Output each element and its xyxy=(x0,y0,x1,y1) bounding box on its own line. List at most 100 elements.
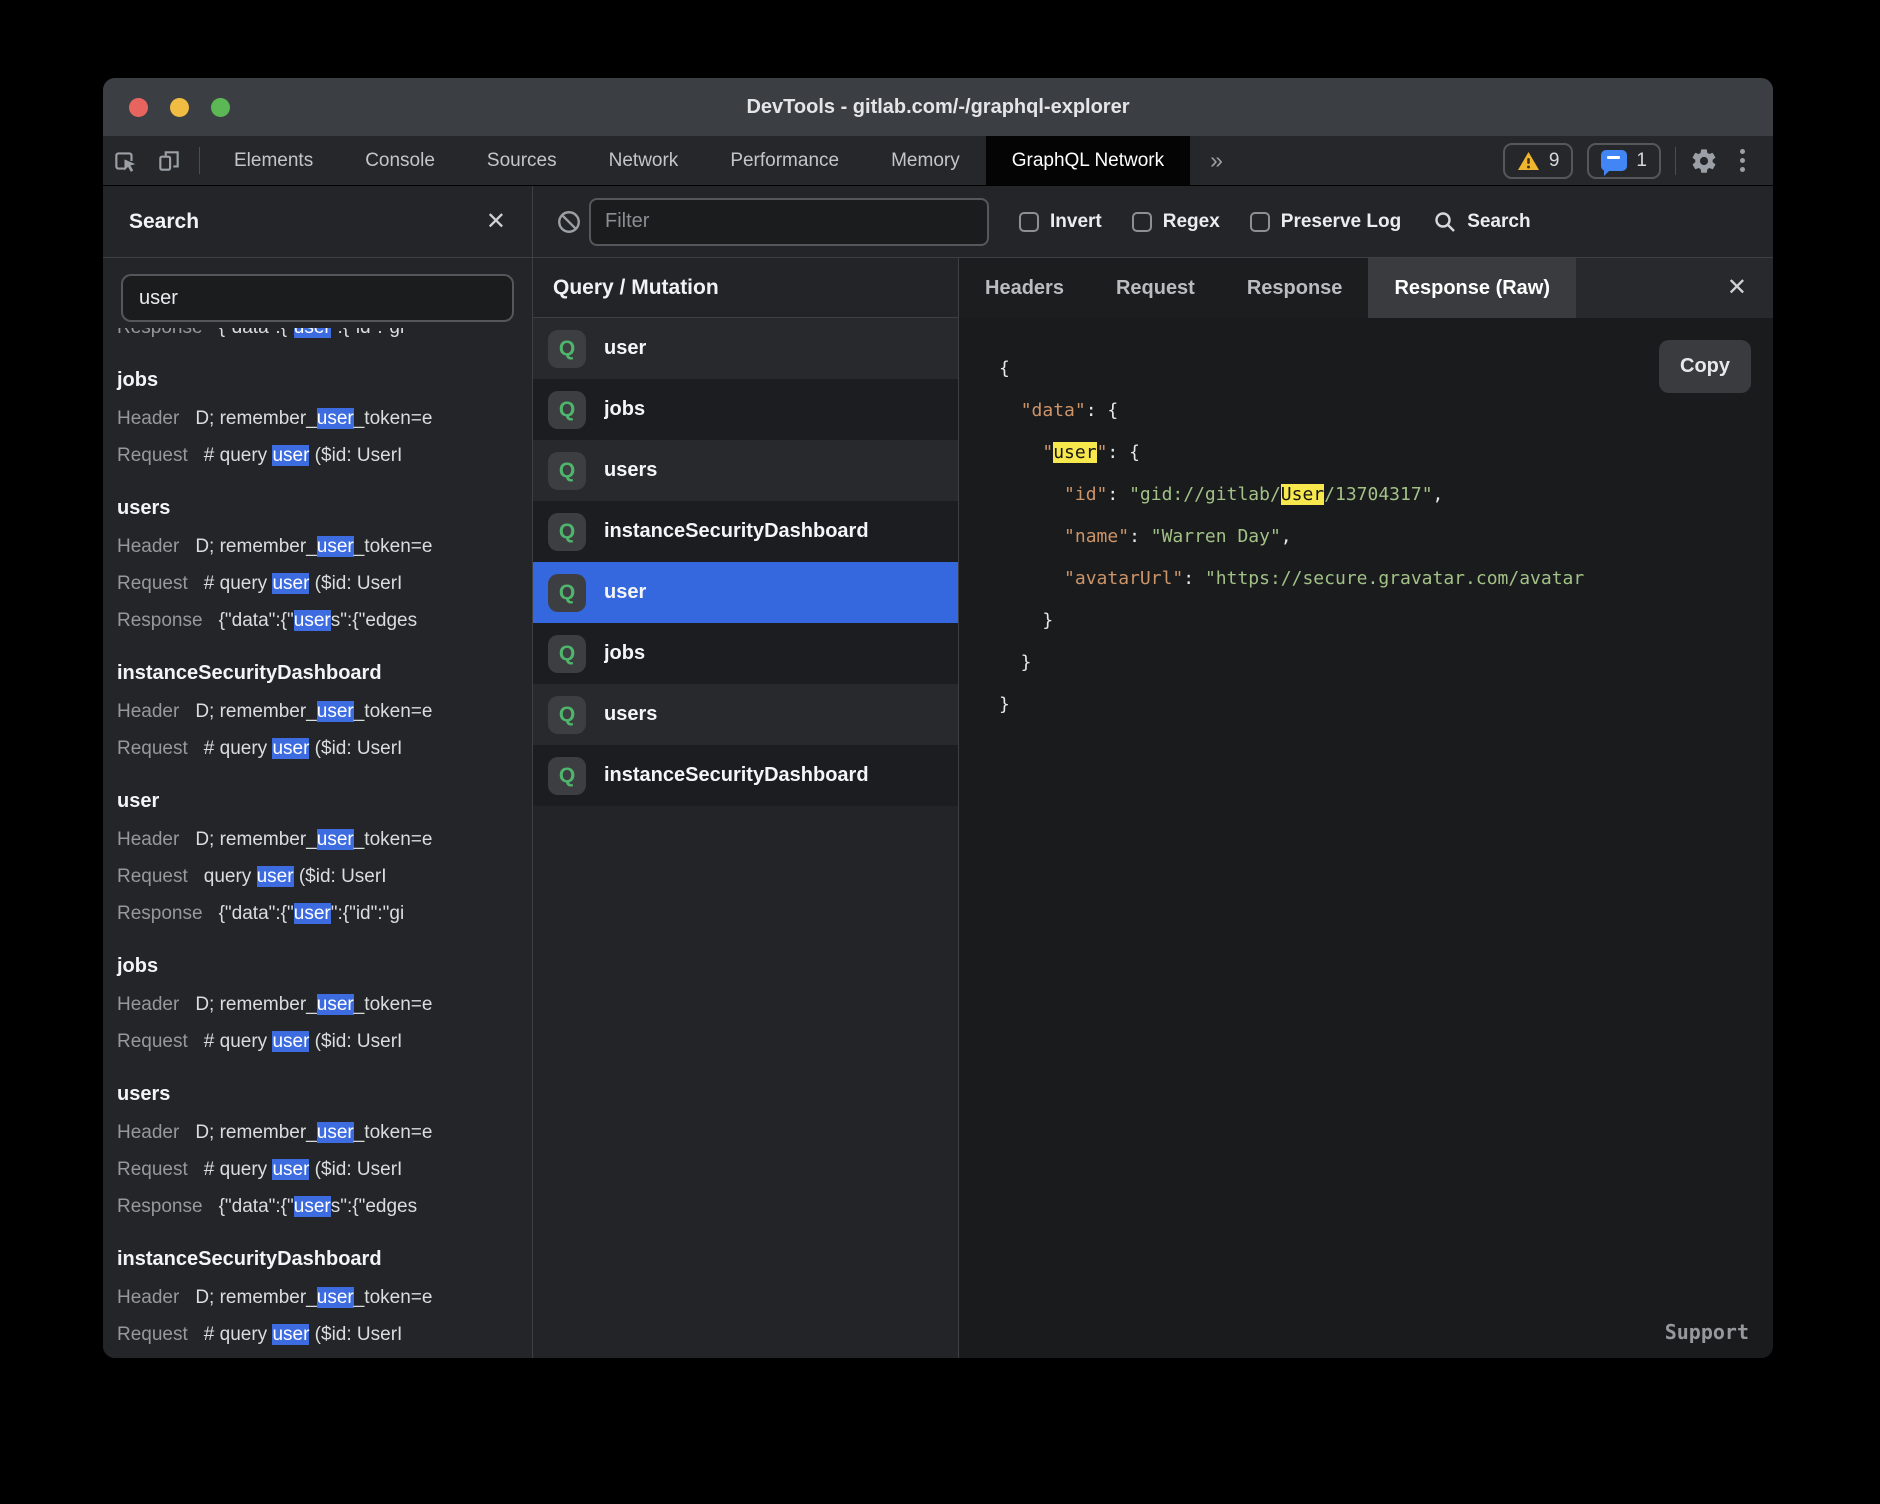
search-result-text: _token=e xyxy=(354,408,433,429)
search-result-group: usersHeaderD; remember_user_token=eReque… xyxy=(103,488,532,639)
close-search-panel-icon[interactable]: ✕ xyxy=(486,210,506,234)
tab-elements[interactable]: Elements xyxy=(208,136,339,185)
close-window-button[interactable] xyxy=(129,98,148,117)
search-match-highlight: user xyxy=(294,903,331,924)
issues-badge[interactable]: 1 xyxy=(1587,143,1661,179)
search-result-group-title: instanceSecurityDashboard xyxy=(103,1239,532,1279)
search-result-line-label: Response xyxy=(117,903,203,924)
detail-tab-request[interactable]: Request xyxy=(1090,258,1221,318)
query-type-badge: Q xyxy=(548,574,586,612)
maximize-window-button[interactable] xyxy=(211,98,230,117)
settings-gear-icon[interactable] xyxy=(1690,147,1718,175)
query-list-item[interactable]: Quser xyxy=(533,562,958,623)
json-token: { xyxy=(999,358,1010,379)
query-list-item[interactable]: Quser xyxy=(533,318,958,379)
invert-checkbox-box[interactable] xyxy=(1019,212,1039,232)
query-list-item[interactable]: QinstanceSecurityDashboard xyxy=(533,501,958,562)
json-line: "name": "Warren Day", xyxy=(999,516,1773,558)
tab-sources[interactable]: Sources xyxy=(461,136,583,185)
search-icon xyxy=(1433,210,1457,234)
search-result-line[interactable]: Request# query user ($id: UserI xyxy=(103,1023,532,1060)
search-result-line[interactable]: HeaderD; remember_user_token=e xyxy=(103,528,532,565)
query-list-item[interactable]: Qusers xyxy=(533,440,958,501)
json-token: : xyxy=(1107,484,1129,505)
tab-performance[interactable]: Performance xyxy=(704,136,865,185)
query-list-item[interactable]: Qusers xyxy=(533,684,958,745)
close-detail-pane-icon[interactable]: ✕ xyxy=(1727,276,1747,300)
minimize-window-button[interactable] xyxy=(170,98,189,117)
filter-toolbar: Invert Regex Preserve Log Search xyxy=(533,186,1773,258)
query-list-item[interactable]: Qjobs xyxy=(533,379,958,440)
detail-tab-headers[interactable]: Headers xyxy=(959,258,1090,318)
search-result-line[interactable]: HeaderD; remember_user_token=e xyxy=(103,821,532,858)
search-result-line[interactable]: Request# query user ($id: UserI xyxy=(103,1316,532,1353)
search-result-text: D; remember_ xyxy=(195,536,316,557)
inspect-element-icon[interactable] xyxy=(103,136,147,185)
search-result-line[interactable]: HeaderD; remember_user_token=e xyxy=(103,1114,532,1151)
warnings-badge[interactable]: 9 xyxy=(1503,143,1574,179)
query-list-item-label: user xyxy=(604,581,646,604)
search-result-line[interactable]: Request# query user ($id: UserI xyxy=(103,730,532,767)
search-result-text: ($id: UserI xyxy=(309,445,402,466)
search-result-line[interactable]: Requestquery user ($id: UserI xyxy=(103,858,532,895)
tab-graphql-network[interactable]: GraphQL Network xyxy=(986,136,1190,185)
query-list-item-label: instanceSecurityDashboard xyxy=(604,764,869,787)
query-list-item[interactable]: Qjobs xyxy=(533,623,958,684)
search-result-line-label: Request xyxy=(117,738,188,759)
search-result-line[interactable]: Response{"data":{"user":{"id":"gi xyxy=(103,895,532,932)
search-match-highlight: user xyxy=(317,829,354,850)
search-result-line[interactable]: HeaderD; remember_user_token=e xyxy=(103,1279,532,1316)
request-detail-pane: HeadersRequestResponseResponse (Raw) ✕ C… xyxy=(959,258,1773,1358)
detail-tab-response[interactable]: Response xyxy=(1221,258,1369,318)
search-result-line[interactable]: Response{"data":{"user":{"id":"gi xyxy=(103,328,532,346)
search-result-group: userHeaderD; remember_user_token=eReques… xyxy=(103,781,532,932)
search-result-line[interactable]: Response{"data":{"users":{"edges xyxy=(103,1188,532,1225)
copy-button[interactable]: Copy xyxy=(1659,340,1751,393)
search-match-highlight: user xyxy=(317,536,354,557)
search-result-text: ($id: UserI xyxy=(309,1159,402,1180)
search-result-line-label: Response xyxy=(117,328,203,338)
json-line: } xyxy=(999,684,1773,726)
filter-input[interactable] xyxy=(589,198,989,246)
search-input[interactable] xyxy=(121,274,514,322)
tabbar-right-controls: 9 1 xyxy=(1503,136,1773,185)
tab-memory[interactable]: Memory xyxy=(865,136,986,185)
search-result-line[interactable]: Request# query user ($id: UserI xyxy=(103,437,532,474)
preserve-log-checkbox-box[interactable] xyxy=(1250,212,1270,232)
preserve-log-checkbox-label: Preserve Log xyxy=(1281,211,1401,233)
network-search-button[interactable]: Search xyxy=(1433,210,1530,234)
search-result-text: # query xyxy=(204,573,273,594)
search-result-text: D; remember_ xyxy=(195,1122,316,1143)
search-result-line[interactable]: HeaderD; remember_user_token=e xyxy=(103,986,532,1023)
kebab-menu-icon[interactable] xyxy=(1732,149,1753,172)
traffic-lights xyxy=(129,98,230,117)
json-token: : { xyxy=(1107,442,1140,463)
query-list-item[interactable]: QinstanceSecurityDashboard xyxy=(533,745,958,806)
invert-checkbox[interactable]: Invert xyxy=(1019,211,1102,233)
search-result-line[interactable]: Response{"data":{"users":{"edges xyxy=(103,602,532,639)
regex-checkbox[interactable]: Regex xyxy=(1132,211,1220,233)
json-match-highlight: user xyxy=(1053,442,1096,463)
clear-icon[interactable] xyxy=(549,209,589,235)
search-result-group: jobsHeaderD; remember_user_token=eReques… xyxy=(103,946,532,1060)
detail-tab-response-raw[interactable]: Response (Raw) xyxy=(1368,258,1576,318)
more-tabs-button[interactable]: » xyxy=(1190,136,1243,185)
warnings-count: 9 xyxy=(1549,150,1560,172)
json-line: { xyxy=(999,348,1773,390)
search-result-line[interactable]: HeaderD; remember_user_token=e xyxy=(103,400,532,437)
search-result-text: D; remember_ xyxy=(195,701,316,722)
device-toolbar-icon[interactable] xyxy=(147,136,191,185)
network-body: Query / Mutation QuserQjobsQusersQinstan… xyxy=(533,258,1773,1358)
tab-network[interactable]: Network xyxy=(583,136,705,185)
search-result-line-label: Header xyxy=(117,701,179,722)
search-result-line[interactable]: HeaderD; remember_user_token=e xyxy=(103,693,532,730)
preserve-log-checkbox[interactable]: Preserve Log xyxy=(1250,211,1401,233)
query-type-badge: Q xyxy=(548,330,586,368)
regex-checkbox-box[interactable] xyxy=(1132,212,1152,232)
search-result-line[interactable]: Request# query user ($id: UserI xyxy=(103,565,532,602)
tab-console[interactable]: Console xyxy=(339,136,461,185)
support-link[interactable]: Support xyxy=(1665,1320,1749,1344)
json-token xyxy=(999,484,1064,505)
titlebar: DevTools - gitlab.com/-/graphql-explorer xyxy=(103,78,1773,136)
search-result-line[interactable]: Request# query user ($id: UserI xyxy=(103,1151,532,1188)
